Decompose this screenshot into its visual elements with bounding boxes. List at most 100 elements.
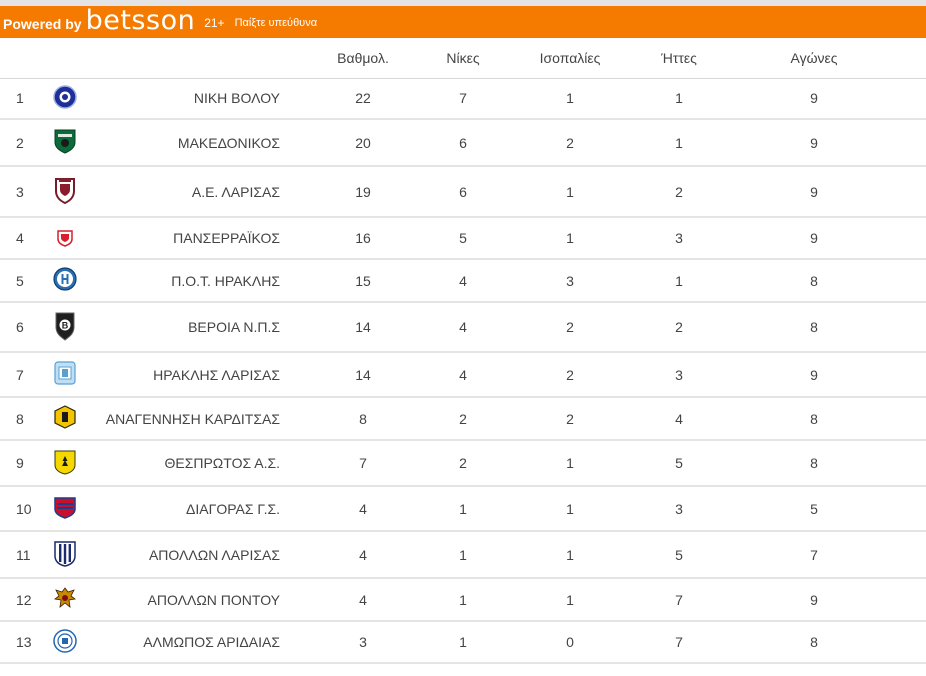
- played-cell: 8: [702, 440, 926, 487]
- crest-cell: [40, 166, 90, 218]
- points-cell: 3: [284, 621, 442, 664]
- draws-cell: 3: [484, 259, 656, 303]
- apollon-pontou-crest-icon[interactable]: [54, 587, 76, 612]
- points-cell: 15: [284, 259, 442, 303]
- points-cell: 4: [284, 578, 442, 622]
- team-name[interactable]: ΘΕΣΠΡΩΤΟΣ Α.Σ.: [90, 440, 284, 487]
- played-cell: 5: [702, 486, 926, 532]
- played-cell: 9: [702, 578, 926, 622]
- team-name[interactable]: ΗΡΑΚΛΗΣ ΛΑΡΙΣΑΣ: [90, 352, 284, 398]
- points-cell: 19: [284, 166, 442, 218]
- table-row[interactable]: 10 ΔΙΑΓΟΡΑΣ Γ.Σ. 4 1 1 3 5: [0, 486, 926, 532]
- wins-cell: 4: [442, 352, 484, 398]
- crest-cell: [40, 119, 90, 167]
- played-cell: 9: [702, 166, 926, 218]
- position-cell: 10: [0, 486, 40, 532]
- crest-cell: [40, 621, 90, 664]
- table-row[interactable]: 4 ΠΑΝΣΕΡΡΑΪΚΟΣ 16 5 1 3 9: [0, 217, 926, 260]
- losses-cell: 2: [656, 302, 702, 353]
- table-row[interactable]: 11 ΑΠΟΛΛΩΝ ΛΑΡΙΣΑΣ 4 1 1 5 7: [0, 531, 926, 579]
- niki-volou-crest-icon[interactable]: [53, 85, 77, 112]
- standings-table: Βαθμολ. Νίκες Ισοπαλίες Ήττες Αγώνες 1 ΝΙ…: [0, 38, 926, 664]
- thesprotos-crest-icon[interactable]: [53, 449, 77, 478]
- table-row[interactable]: 2 ΜΑΚΕΔΟΝΙΚΟΣ 20 6 2 1 9: [0, 119, 926, 167]
- sponsor-banner[interactable]: Powered by betsson 21+ Παίξτε υπεύθυνα: [0, 5, 926, 38]
- draws-cell: 2: [484, 397, 656, 441]
- crest-cell: [40, 352, 90, 398]
- crest-cell: [40, 486, 90, 532]
- points-cell: 16: [284, 217, 442, 260]
- wins-cell: 5: [442, 217, 484, 260]
- losses-cell: 1: [656, 78, 702, 120]
- table-row[interactable]: 12 ΑΠΟΛΛΩΝ ΠΟΝΤΟΥ 4 1 1 7 9: [0, 578, 926, 622]
- team-name[interactable]: ΝΙΚΗ ΒΟΛΟΥ: [90, 78, 284, 120]
- table-row[interactable]: 8 ΑΝΑΓΕΝΝΗΣΗ ΚΑΡΔΙΤΣΑΣ 8 2 2 4 8: [0, 397, 926, 441]
- team-name[interactable]: Α.Ε. ΛΑΡΙΣΑΣ: [90, 166, 284, 218]
- anagennisi-karditsas-crest-icon[interactable]: [53, 405, 77, 432]
- panserraikos-crest-icon[interactable]: [55, 227, 75, 250]
- draws-cell: 2: [484, 119, 656, 167]
- crest-cell: [40, 259, 90, 303]
- team-name[interactable]: ΔΙΑΓΟΡΑΣ Γ.Σ.: [90, 486, 284, 532]
- losses-cell: 1: [656, 119, 702, 167]
- played-header: Αγώνες: [702, 38, 926, 79]
- iraklis-crest-icon[interactable]: [53, 267, 77, 294]
- points-cell: 22: [284, 78, 442, 120]
- crest-cell: [40, 578, 90, 622]
- points-cell: 14: [284, 352, 442, 398]
- position-cell: 12: [0, 578, 40, 622]
- losses-cell: 3: [656, 352, 702, 398]
- veroia-crest-icon[interactable]: B: [53, 311, 77, 344]
- standings-header-row: Βαθμολ. Νίκες Ισοπαλίες Ήττες Αγώνες: [0, 38, 926, 79]
- points-header: Βαθμολ.: [284, 38, 442, 79]
- losses-cell: 2: [656, 166, 702, 218]
- draws-cell: 1: [484, 531, 656, 579]
- draws-cell: 0: [484, 621, 656, 664]
- table-row[interactable]: 9 ΘΕΣΠΡΩΤΟΣ Α.Σ. 7 2 1 5 8: [0, 440, 926, 487]
- played-cell: 9: [702, 352, 926, 398]
- team-name[interactable]: ΒΕΡΟΙΑ Ν.Π.Σ: [90, 302, 284, 353]
- team-name[interactable]: ΠΑΝΣΕΡΡΑΪΚΟΣ: [90, 217, 284, 260]
- crest-cell: [40, 440, 90, 487]
- played-cell: 8: [702, 621, 926, 664]
- apollon-larisas-crest-icon[interactable]: [53, 539, 77, 570]
- table-row[interactable]: 3 Α.Ε. ΛΑΡΙΣΑΣ 19 6 1 2 9: [0, 166, 926, 218]
- betsson-logo[interactable]: betsson: [86, 5, 196, 36]
- position-cell: 11: [0, 531, 40, 579]
- losses-cell: 7: [656, 578, 702, 622]
- played-cell: 8: [702, 259, 926, 303]
- table-row[interactable]: 13 ΑΛΜΩΠΟΣ ΑΡΙΔΑΙΑΣ 3 1 0 7 8: [0, 621, 926, 664]
- played-cell: 9: [702, 119, 926, 167]
- draws-cell: 1: [484, 486, 656, 532]
- position-cell: 3: [0, 166, 40, 218]
- losses-cell: 3: [656, 486, 702, 532]
- iraklis-larisas-crest-icon[interactable]: [53, 360, 77, 389]
- team-name[interactable]: ΑΠΟΛΛΩΝ ΠΟΝΤΟΥ: [90, 578, 284, 622]
- table-row[interactable]: 5 Π.Ο.Τ. ΗΡΑΚΛΗΣ 15 4 3 1 8: [0, 259, 926, 303]
- draws-cell: 1: [484, 217, 656, 260]
- almopos-aridaias-crest-icon[interactable]: [53, 628, 77, 656]
- table-row[interactable]: 7 ΗΡΑΚΛΗΣ ΛΑΡΙΣΑΣ 14 4 2 3 9: [0, 352, 926, 398]
- team-name[interactable]: ΜΑΚΕΔΟΝΙΚΟΣ: [90, 119, 284, 167]
- table-row[interactable]: 1 ΝΙΚΗ ΒΟΛΟΥ 22 7 1 1 9: [0, 78, 926, 120]
- team-name[interactable]: Π.Ο.Τ. ΗΡΑΚΛΗΣ: [90, 259, 284, 303]
- wins-cell: 4: [442, 259, 484, 303]
- position-cell: 1: [0, 78, 40, 120]
- played-cell: 9: [702, 78, 926, 120]
- makedonikos-crest-icon[interactable]: [53, 128, 77, 157]
- points-cell: 4: [284, 531, 442, 579]
- team-name[interactable]: ΑΠΟΛΛΩΝ ΛΑΡΙΣΑΣ: [90, 531, 284, 579]
- age-limit-label: 21+: [204, 16, 225, 30]
- draws-cell: 1: [484, 578, 656, 622]
- team-name[interactable]: ΑΛΜΩΠΟΣ ΑΡΙΔΑΙΑΣ: [90, 621, 284, 664]
- wins-cell: 1: [442, 531, 484, 579]
- points-cell: 4: [284, 486, 442, 532]
- svg-text:B: B: [62, 320, 69, 330]
- team-name[interactable]: ΑΝΑΓΕΝΝΗΣΗ ΚΑΡΔΙΤΣΑΣ: [90, 397, 284, 441]
- table-row[interactable]: 6 B ΒΕΡΟΙΑ Ν.Π.Σ 14 4 2 2 8: [0, 302, 926, 353]
- diagoras-crest-icon[interactable]: [53, 495, 77, 522]
- position-cell: 13: [0, 621, 40, 664]
- ae-larisas-crest-icon[interactable]: [53, 176, 77, 207]
- wins-cell: 1: [442, 578, 484, 622]
- wins-cell: 7: [442, 78, 484, 120]
